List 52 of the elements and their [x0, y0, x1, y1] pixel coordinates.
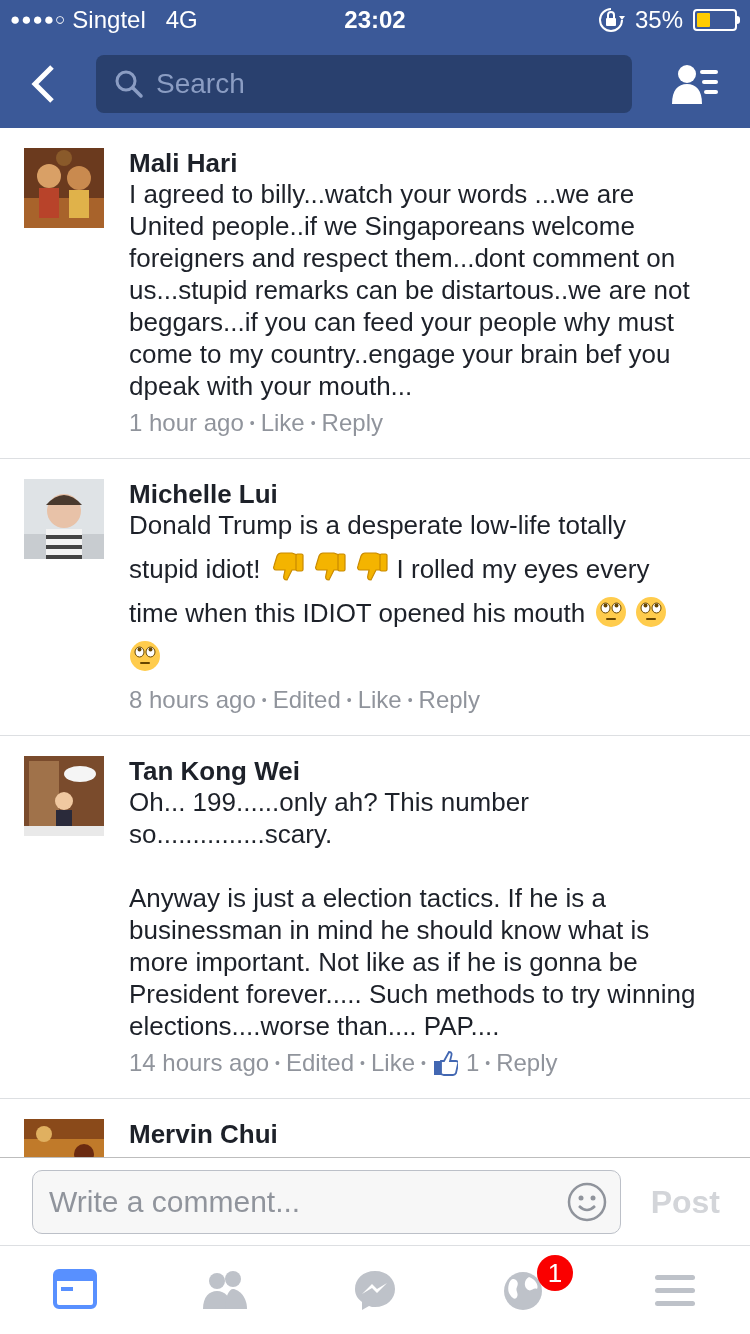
comment-text: Oh... 199......only ah? This number so...............scary. Anyway is just a election tactics. If he is a businessman in mind he should know what is more important. Not like as if he is gonna be President forever..... Such methods to try winning elections....worse than.... PAP....: [129, 787, 697, 1041]
separator-dot: •: [346, 691, 352, 710]
carrier-name: Singtel: [72, 5, 146, 35]
comment-action[interactable]: Reply: [321, 406, 383, 440]
comment-action[interactable]: Like: [371, 1046, 415, 1080]
author-name[interactable]: Mali Hari: [129, 148, 710, 178]
separator-dot: •: [485, 1054, 491, 1073]
comment-field[interactable]: Write a comment...: [32, 1169, 621, 1234]
comment-action[interactable]: Edited: [286, 1046, 355, 1080]
search-icon: [114, 69, 144, 99]
author-name[interactable]: Tan Kong Wei: [129, 756, 710, 786]
eye-roll-face-icon: [595, 596, 628, 628]
separator-dot: •: [275, 1054, 280, 1073]
thumbs-down-icon: [312, 552, 347, 584]
separator-dot: •: [407, 691, 413, 710]
comment-action[interactable]: Reply: [418, 683, 480, 717]
comment-action[interactable]: Like: [357, 683, 402, 717]
comment-time: 1 hour ago: [129, 408, 244, 438]
rotation-lock-icon: [596, 6, 625, 34]
search-field[interactable]: Search: [96, 55, 632, 113]
author-name[interactable]: Michelle Lui: [129, 479, 710, 509]
separator-dot: •: [421, 1054, 426, 1073]
battery-percentage: 35%: [634, 5, 683, 35]
comment-text: stupid idiot!: [129, 553, 261, 586]
smiley-icon[interactable]: [566, 1181, 607, 1222]
separator-dot: •: [249, 414, 255, 433]
separator-dot: •: [360, 1054, 365, 1073]
comment-text: time when this IDIOT opened his mouth: [129, 597, 586, 630]
thumbs-down-icon: [270, 552, 305, 584]
separator-dot: •: [310, 414, 316, 433]
comment-text: I rolled my eyes every: [396, 553, 650, 586]
comment-action[interactable]: Like: [260, 406, 305, 440]
comment-time: 14 hours ago: [129, 1048, 270, 1078]
eye-roll-face-icon: [635, 596, 668, 628]
like-count: 1: [465, 1048, 480, 1078]
separator-dot: •: [261, 691, 267, 710]
signal-strength: ●●●●○: [10, 9, 67, 32]
battery-icon: [693, 9, 740, 31]
thumbs-down-icon: [354, 552, 389, 584]
friend-list-icon[interactable]: [672, 62, 720, 106]
like-icon: [431, 1049, 458, 1077]
notification-badge: 1: [537, 1255, 573, 1291]
comment-text: I agreed to billy...watch your words ...we are United people..if we Singaporeans welcome foreigners and respect them...dont comment on us...stupid remarks can be distartous..we are not beggars...if you can feed your people why must come to my country..engage your brain bef you dpeak with your mouth...: [129, 179, 691, 401]
comment-action[interactable]: Reply: [496, 1046, 558, 1080]
comment-action[interactable]: Edited: [272, 683, 341, 717]
status-time: 23:02: [344, 5, 406, 35]
network-type: 4G: [165, 5, 198, 35]
comment-text: Donald Trump is a desperate low-life totally: [129, 509, 627, 542]
comment-time: 8 hours ago: [129, 685, 256, 715]
author-name[interactable]: Mervin Chui: [129, 1119, 710, 1149]
eye-roll-face-icon: [129, 640, 161, 672]
back-icon[interactable]: [30, 63, 56, 105]
